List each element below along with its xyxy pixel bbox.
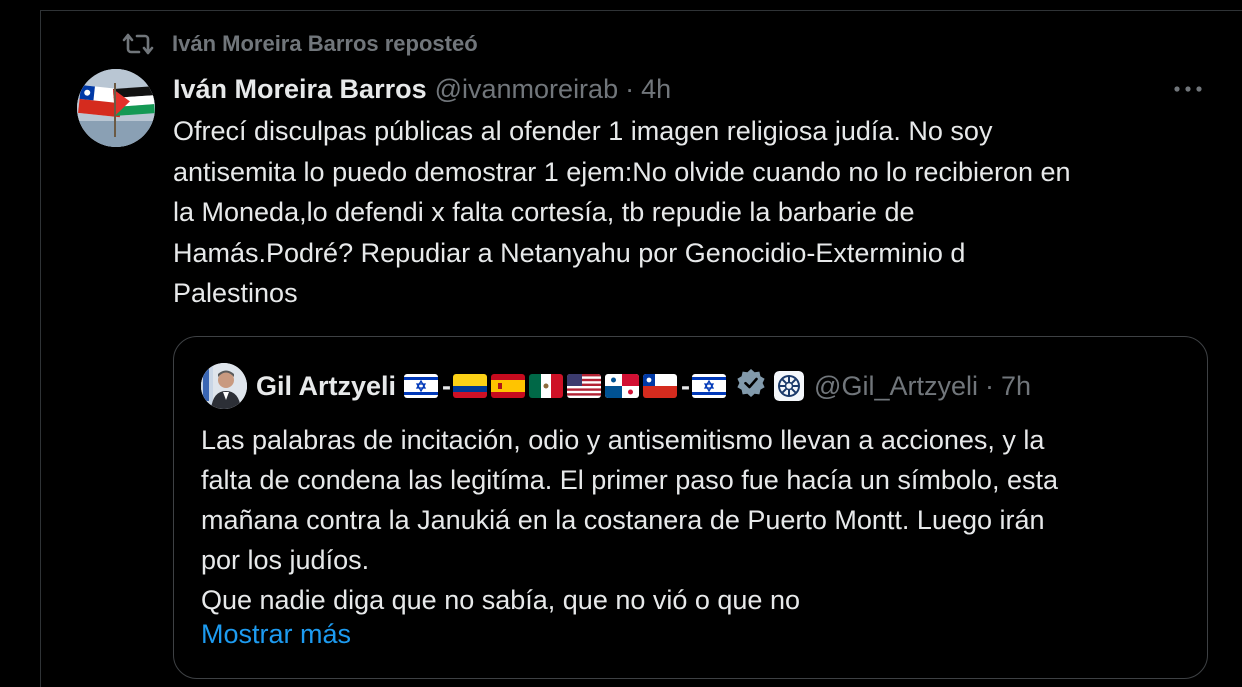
tweet-text-line: Palestinos [173, 278, 298, 308]
verified-badge-icon[interactable] [736, 368, 766, 405]
tweet-text: Ofrecí disculpas públicas al ofender 1 i… [173, 111, 1213, 314]
quote-timestamp[interactable]: 7h [1001, 371, 1031, 402]
colombia-flag-icon [453, 374, 488, 398]
quote-text: Las palabras de incitación, odio y antis… [201, 420, 1191, 620]
israel-flag-icon [692, 374, 727, 398]
panama-flag-icon [605, 374, 640, 398]
repost-icon [122, 31, 154, 57]
separator-dot: · [985, 370, 994, 401]
tweet-text-line: la Moneda,lo defendi x falta cortesía, t… [173, 197, 915, 227]
tweet-header: Iván Moreira Barros @ivanmoreirab · 4h [173, 72, 671, 106]
quote-text-line: Que nadie diga que no sabía, que no vió … [201, 585, 800, 615]
chile-flag-icon [643, 374, 678, 398]
israel-flag-icon [404, 374, 439, 398]
name-dash: - [681, 370, 691, 401]
quote-text-line: mañana contra la Janukiá en la costanera… [201, 505, 1045, 535]
author-handle[interactable]: @ivanmoreirab [435, 74, 618, 105]
quote-text-line: por los judíos. [201, 545, 370, 575]
separator-dot: · [625, 73, 635, 104]
more-options-button[interactable] [1168, 74, 1208, 104]
tweet-text-line: Ofrecí disculpas públicas al ofender 1 i… [173, 116, 993, 146]
name-dash: - [442, 370, 452, 401]
tweet-timestamp[interactable]: 4h [641, 74, 671, 105]
quote-author-name[interactable]: Gil Artzyeli [256, 371, 396, 402]
quote-text-line: falta de condena las legitíma. El primer… [201, 465, 1058, 495]
repost-label: Iván Moreira Barros reposteó [172, 31, 478, 56]
repost-context[interactable]: Iván Moreira Barros reposteó [122, 30, 478, 58]
mexico-flag-icon [529, 374, 564, 398]
quoted-tweet[interactable]: Gil Artzyeli - - @Gil_Artzyeli · 7h Las … [173, 336, 1208, 679]
avatar[interactable] [77, 69, 155, 147]
affiliation-badge-icon[interactable] [774, 371, 805, 401]
quote-author-handle[interactable]: @Gil_Artzyeli [814, 371, 978, 402]
quote-header: Gil Artzyeli - - @Gil_Artzyeli · 7h [256, 368, 1031, 405]
quote-text-line: Las palabras de incitación, odio y antis… [201, 425, 1045, 455]
tweet-text-line: Hamás.Podré? Repudiar a Netanyahu por Ge… [173, 237, 966, 268]
show-more-link[interactable]: Mostrar más [201, 619, 351, 650]
spain-flag-icon [491, 374, 526, 398]
author-name[interactable]: Iván Moreira Barros [173, 74, 427, 105]
tweet-text-line: antisemita lo puedo demostrar 1 ejem:No … [173, 156, 1071, 187]
quote-avatar[interactable] [201, 363, 247, 409]
more-options-icon [1173, 80, 1203, 98]
usa-flag-icon [567, 374, 602, 398]
